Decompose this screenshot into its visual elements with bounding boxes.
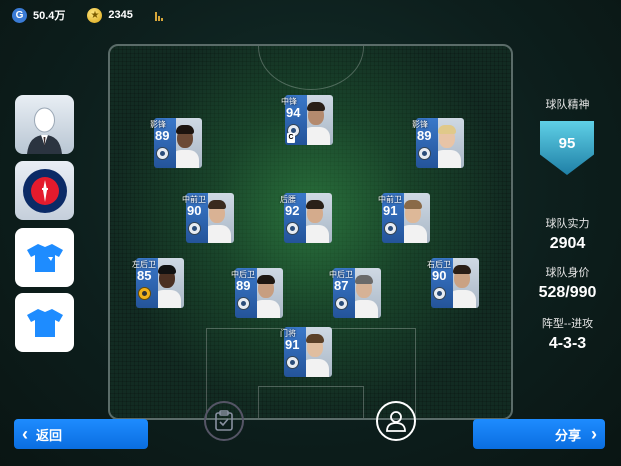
player-card[interactable]: 中后卫 89 (231, 268, 283, 318)
jersey-home-icon (26, 243, 63, 272)
away-kit-button[interactable] (15, 293, 74, 352)
player-card[interactable]: 中前卫 91 (378, 193, 430, 243)
formation-label: 阵型--进攻 (541, 318, 594, 330)
skill-badge-icon (335, 297, 348, 310)
manager-avatar-button[interactable] (15, 95, 74, 154)
gp-value: 50.4万 (33, 10, 66, 22)
skill-badge-icon (188, 222, 201, 235)
coin-value: 2345 (108, 9, 133, 21)
skill-badge-icon (286, 222, 299, 235)
formation: 阵型--进攻 4-3-3 (525, 315, 610, 353)
gp-currency: G 50.4万 (12, 7, 65, 23)
player-view-button[interactable] (376, 401, 416, 441)
skill-badge-icon (156, 147, 169, 160)
player-card[interactable]: 中前卫 90 (182, 193, 234, 243)
strength-value: 2904 (549, 235, 586, 252)
g-coin-icon: G (12, 7, 27, 23)
skill-badge-icon (433, 287, 446, 300)
player-card[interactable]: 中后卫 87 (329, 268, 381, 318)
player-card[interactable]: 影锋 89 (412, 118, 464, 168)
player-rating: 90 (432, 268, 447, 283)
value-label: 球队身价 (545, 267, 590, 279)
team-strength: 球队实力 2904 (525, 215, 610, 253)
captain-badge: C (287, 133, 295, 143)
share-label: 分享 (554, 427, 581, 443)
bar-chart-icon[interactable] (154, 10, 163, 21)
player-rating: 89 (417, 128, 432, 143)
strength-label: 球队实力 (545, 218, 590, 230)
save-button[interactable] (204, 401, 244, 441)
back-label: 返回 (36, 427, 63, 443)
goal-box (258, 386, 364, 418)
team-spirit-shield: 95 (540, 121, 594, 175)
player-rating: 89 (155, 128, 170, 143)
skill-badge-icon (286, 356, 299, 369)
club-emblem-button[interactable] (15, 161, 74, 220)
skill-badge-icon (237, 297, 250, 310)
team-value: 球队身价 528/990 (525, 264, 610, 302)
center-circle (258, 46, 364, 90)
player-card[interactable]: 右后卫 90 (427, 258, 479, 308)
player-card[interactable]: 门将 91 (280, 327, 332, 377)
player-rating: 87 (334, 278, 349, 293)
spirit-label: 球队精神 (545, 99, 590, 111)
chevron-left-icon: ‹ (22, 423, 28, 444)
currency-bar: G 50.4万 ★ 2345 (12, 6, 163, 24)
share-button[interactable]: 分享 › (473, 419, 605, 449)
player-card[interactable]: 左后卫 85 (132, 258, 184, 308)
skill-badge-icon (418, 147, 431, 160)
skill-badge-icon (138, 287, 151, 300)
value-value: 528/990 (538, 284, 597, 301)
gold-star-coin-icon: ★ (87, 7, 103, 23)
jersey-away-icon (26, 308, 63, 337)
skill-badge-icon (384, 222, 397, 235)
formation-value: 4-3-3 (548, 335, 587, 352)
player-rating: 85 (137, 268, 152, 283)
player-card[interactable]: 影锋 89 (150, 118, 202, 168)
player-rating: 91 (383, 203, 398, 218)
spirit-value: 95 (558, 134, 576, 152)
player-rating: 89 (236, 278, 251, 293)
coin-currency: ★ 2345 (87, 7, 133, 23)
chevron-right-icon: › (591, 423, 597, 444)
player-card[interactable]: 后腰 92 (280, 193, 332, 243)
player-rating: 92 (285, 203, 300, 218)
player-rating: 91 (285, 337, 300, 352)
player-card[interactable]: 中锋 94 C (281, 95, 333, 145)
person-icon (386, 411, 406, 432)
back-button[interactable]: ‹ 返回 (14, 419, 148, 449)
player-rating: 90 (187, 203, 202, 218)
player-rating: 94 (286, 105, 301, 120)
save-clipboard-icon (215, 410, 233, 431)
manager-silhouette-icon (27, 107, 62, 154)
psg-crest-icon (22, 168, 67, 213)
home-kit-button[interactable] (15, 228, 74, 287)
